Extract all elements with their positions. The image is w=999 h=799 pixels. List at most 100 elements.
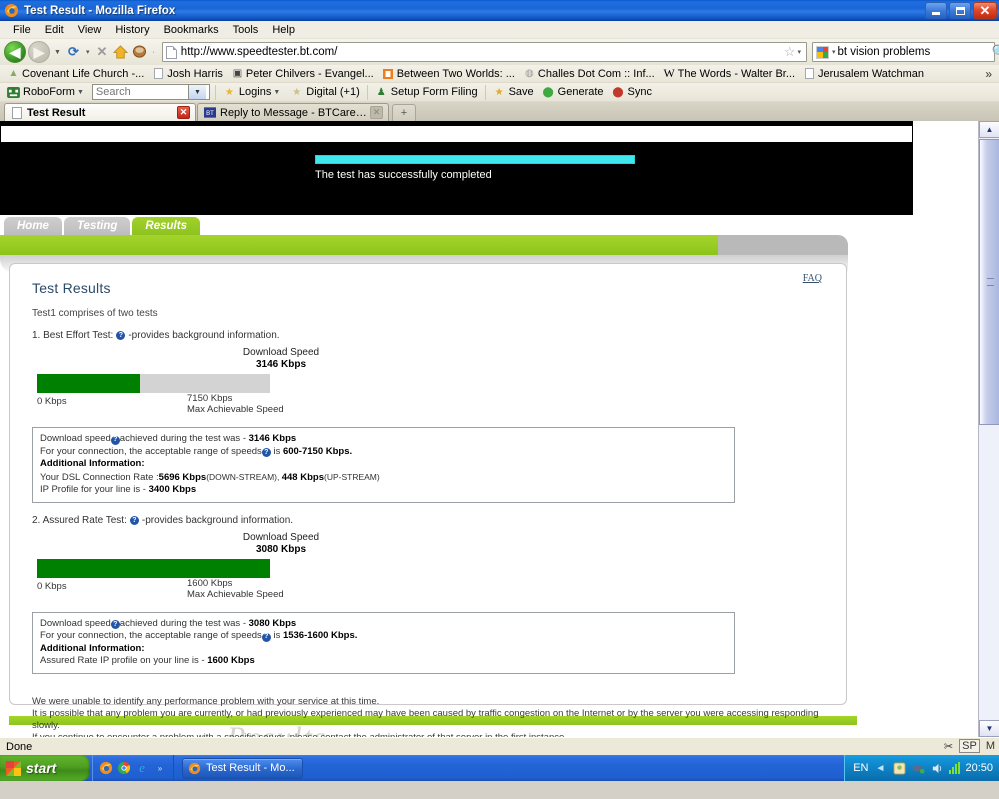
roboform-setup-form-filing-button[interactable]: ♟ Setup Form Filing xyxy=(371,86,482,98)
start-button[interactable]: start xyxy=(0,755,90,781)
firefox-icon xyxy=(187,761,201,775)
bookmark-item[interactable]: WThe Words - Walter Br... xyxy=(660,68,799,80)
browser-tab-test-result[interactable]: Test Result ✕ xyxy=(4,103,196,121)
roboform-save-button[interactable]: ★ Save xyxy=(489,86,538,98)
task-button-test-result[interactable]: Test Result - Mo... xyxy=(182,758,303,779)
sync-icon: ⬤ xyxy=(612,86,625,98)
bookmark-star-icon[interactable]: ☆ xyxy=(784,44,796,60)
search-input[interactable] xyxy=(838,46,992,58)
reload-icon[interactable]: ⟳ xyxy=(65,44,82,61)
bookmark-item[interactable]: ◍Challes Dot Com :: Inf... xyxy=(520,68,659,80)
menu-item-edit[interactable]: Edit xyxy=(38,23,71,37)
url-bar[interactable]: ☆ ▾ xyxy=(162,42,807,62)
test-2-meter-labels: 0 Kbps 1600 Kbps Max Achievable Speed xyxy=(37,578,270,602)
help-icon[interactable]: ? xyxy=(130,516,139,525)
bookmark-label: Josh Harris xyxy=(167,68,223,80)
roboform-menu-button[interactable]: RoboForm ▼ xyxy=(3,86,90,98)
test-2-info-line-3: Assured Rate IP profile on your line is … xyxy=(40,655,727,668)
stop-icon[interactable]: ✕ xyxy=(93,44,110,61)
vertical-scrollbar[interactable]: ▲ ▼ xyxy=(978,121,999,737)
sp-badge-icon[interactable]: SP xyxy=(959,739,980,753)
roboform-sync-button[interactable]: ⬤ Sync xyxy=(608,86,656,98)
scissors-icon[interactable]: ✂ xyxy=(944,740,953,753)
forward-button[interactable]: ▶ xyxy=(28,41,50,63)
roboform-generate-button[interactable]: ⬤ Generate xyxy=(538,86,608,98)
roboform-search-input[interactable] xyxy=(93,86,188,98)
site-tab-home[interactable]: Home xyxy=(4,217,62,235)
roboform-digital-button[interactable]: ★ Digital (+1) xyxy=(286,86,364,98)
close-button[interactable]: ✕ xyxy=(973,2,997,19)
help-icon[interactable]: ? xyxy=(262,633,271,642)
url-input[interactable] xyxy=(181,46,784,58)
coffee-cup-icon[interactable] xyxy=(131,44,148,61)
test-1-meter-block: Download Speed 3146 Kbps 0 Kbps 7150 Kbp… xyxy=(37,347,824,417)
menu-item-bookmarks[interactable]: Bookmarks xyxy=(157,23,226,37)
tab-close-icon[interactable]: ✕ xyxy=(177,106,190,119)
new-tab-button[interactable]: + xyxy=(392,104,416,121)
scroll-up-button[interactable]: ▲ xyxy=(979,121,999,138)
network-icon[interactable] xyxy=(911,761,925,775)
bookmarks-overflow-icon[interactable]: » xyxy=(985,67,995,81)
overflow-icon[interactable]: » xyxy=(153,761,167,775)
site-tab-results[interactable]: Results xyxy=(132,217,200,235)
tray-clock[interactable]: 20:50 xyxy=(965,762,993,774)
roboform-logins-button[interactable]: ★ Logins ▼ xyxy=(219,86,286,98)
chevron-down-icon[interactable]: ▼ xyxy=(188,85,206,99)
bookmark-item[interactable]: ▲Covenant Life Church -... xyxy=(4,68,148,80)
test-1-meter-labels: 0 Kbps 7150 Kbps Max Achievable Speed xyxy=(37,393,270,417)
menu-item-history[interactable]: History xyxy=(108,23,156,37)
m-icon[interactable]: M xyxy=(986,740,995,752)
bookmark-item[interactable]: Jerusalem Watchman xyxy=(800,68,928,80)
menu-item-tools[interactable]: Tools xyxy=(226,23,266,37)
status-bar-icons: ✂ SP M xyxy=(944,739,995,753)
menu-item-help[interactable]: Help xyxy=(265,23,302,37)
browser-tab-reply-to-message[interactable]: BT Reply to Message - BTCare Co... ✕ xyxy=(197,103,389,121)
bookmark-item[interactable]: ▣Peter Chilvers - Evangel... xyxy=(228,68,378,80)
roboform-search[interactable]: ▼ xyxy=(92,84,210,100)
signal-icon[interactable] xyxy=(949,762,960,774)
maximize-button[interactable] xyxy=(949,2,971,19)
back-button[interactable]: ◀ xyxy=(4,41,26,63)
menu-item-view[interactable]: View xyxy=(71,23,109,37)
ie-icon[interactable]: e xyxy=(135,761,149,775)
scrollbar-thumb[interactable] xyxy=(979,139,999,425)
magnifier-icon[interactable]: 🔍 xyxy=(992,44,999,60)
nav-dropdown-icon[interactable]: ▼ xyxy=(54,49,61,56)
search-engine-dropdown-icon[interactable]: ▾ xyxy=(832,48,836,56)
google-icon[interactable] xyxy=(816,46,829,59)
urlbar-dropdown-icon[interactable]: ▾ xyxy=(797,48,801,56)
windows-flag-icon xyxy=(6,761,21,776)
help-icon[interactable]: ? xyxy=(116,331,125,340)
star-person-icon: ★ xyxy=(290,86,303,98)
scroll-down-button[interactable]: ▼ xyxy=(979,720,999,737)
help-icon[interactable]: ? xyxy=(262,448,271,457)
tray-language-indicator[interactable]: EN xyxy=(853,762,868,774)
firefox-icon[interactable] xyxy=(99,761,113,775)
info-text: For your connection, the acceptable rang… xyxy=(40,446,262,457)
system-tray: EN ◄ 20:50 xyxy=(844,755,999,781)
reload-dropdown-icon[interactable]: ▾ xyxy=(86,48,90,56)
faq-link[interactable]: FAQ xyxy=(803,273,822,284)
page-icon xyxy=(153,68,164,80)
volume-icon[interactable] xyxy=(930,761,944,775)
menu-bar: File Edit View History Bookmarks Tools H… xyxy=(0,21,999,39)
tab-close-icon[interactable]: ✕ xyxy=(370,106,383,119)
shield-icon[interactable] xyxy=(892,761,906,775)
search-bar[interactable]: ▾ 🔍 xyxy=(812,42,995,62)
menu-item-file[interactable]: File xyxy=(6,23,38,37)
site-tab-testing[interactable]: Testing xyxy=(64,217,130,235)
info-text: achieved during the test was - xyxy=(120,618,249,629)
home-icon[interactable] xyxy=(112,44,129,61)
bookmark-item[interactable]: Between Two Worlds: ... xyxy=(379,68,519,80)
help-icon[interactable]: ? xyxy=(111,436,120,445)
arrow-icon[interactable]: ◄ xyxy=(873,761,887,775)
chevron-down-icon[interactable]: ▼ xyxy=(77,89,84,96)
info-text: achieved during the test was - xyxy=(120,433,249,444)
site-green-band xyxy=(0,235,848,255)
roboform-item-label: Digital (+1) xyxy=(306,86,360,98)
chevron-down-icon[interactable]: ▼ xyxy=(273,89,280,96)
minimize-button[interactable] xyxy=(925,2,947,19)
help-icon[interactable]: ? xyxy=(111,620,120,629)
chrome-icon[interactable] xyxy=(117,761,131,775)
bookmark-item[interactable]: Josh Harris xyxy=(149,68,227,80)
